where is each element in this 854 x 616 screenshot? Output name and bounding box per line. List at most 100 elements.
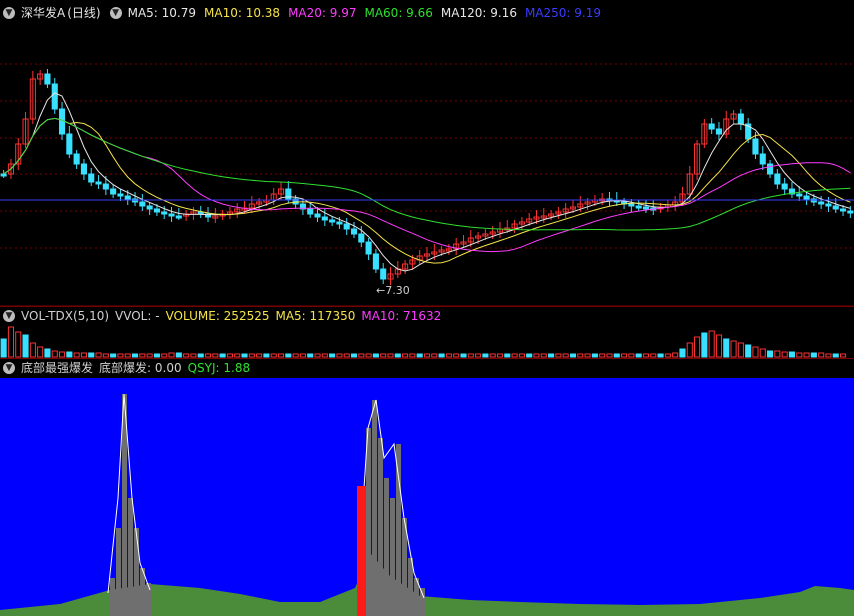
signal-bar — [357, 486, 366, 616]
volume-bar — [51, 350, 58, 358]
chevron-down-icon[interactable]: ▼ — [3, 310, 15, 322]
ma-legend-item: MA20: 9.97 — [288, 6, 357, 20]
volume-bar — [270, 353, 277, 358]
volume-bar — [453, 353, 460, 358]
candle-body — [66, 133, 73, 155]
candle-body — [343, 223, 350, 230]
candle-body — [774, 173, 781, 185]
volume-bar — [569, 353, 577, 358]
spike-bar — [396, 444, 401, 616]
ma-legend-item: MA5: 10.79 — [127, 6, 197, 20]
spike-bar — [128, 498, 133, 616]
candle-body — [314, 213, 321, 218]
volume-bar — [146, 353, 153, 358]
volume-bar — [22, 334, 29, 358]
volume-bar — [95, 352, 102, 358]
volume-bar — [241, 353, 248, 358]
candle-body — [336, 221, 343, 225]
volume-bar — [292, 353, 299, 358]
volume-bar — [679, 348, 686, 358]
ma-legend: MA5: 10.79 MA10: 10.38 MA20: 9.97 MA60: 9.6… — [128, 4, 601, 22]
volume-bar — [226, 353, 233, 358]
volume-bar — [321, 353, 328, 358]
volume-bar — [365, 353, 372, 358]
volume-bar — [212, 353, 219, 358]
candle-body — [752, 138, 759, 155]
chevron-down-icon[interactable]: ▼ — [3, 362, 15, 374]
candle-body — [365, 241, 372, 255]
spike-bar — [146, 583, 151, 616]
candle-body — [321, 216, 328, 221]
volume-bar — [591, 353, 598, 358]
chevron-down-icon[interactable]: ▼ — [3, 7, 15, 19]
candle-body — [161, 211, 168, 215]
candle-body — [708, 123, 715, 130]
volume-bar — [613, 353, 620, 358]
candle-body — [73, 153, 80, 165]
candle-body — [88, 173, 95, 183]
candle-body — [759, 153, 766, 165]
volume-bar — [489, 353, 496, 358]
volume-bar — [372, 353, 379, 358]
volume-bar — [204, 353, 212, 358]
spike-bar — [384, 478, 389, 616]
volume-bar — [752, 346, 759, 358]
volume-bar — [197, 353, 204, 358]
volume-bar — [664, 353, 671, 358]
volume-bar — [715, 334, 723, 358]
volume-bar — [759, 348, 766, 358]
candlestick-chart[interactable] — [0, 24, 854, 307]
volume-bar — [387, 353, 394, 358]
volume-bar — [518, 353, 525, 358]
volume-bar — [285, 353, 292, 358]
volume-bar — [825, 353, 832, 358]
candle-body — [110, 188, 117, 195]
volume-bar — [161, 353, 168, 358]
spike-bar — [378, 438, 383, 616]
candle-body — [628, 203, 635, 207]
volume-bar — [44, 348, 51, 358]
volume-bar — [29, 342, 36, 358]
volume-bar — [183, 353, 190, 358]
volume-bar — [599, 353, 606, 358]
volume-bar — [511, 353, 518, 358]
volume-bar — [642, 353, 650, 358]
volume-ma10: MA10: 71632 — [361, 309, 442, 323]
candle-body — [124, 195, 131, 200]
candle-body — [95, 181, 102, 185]
candle-body — [146, 205, 153, 210]
volume-bar — [66, 351, 73, 358]
spike-bar — [420, 588, 425, 616]
volume-bar — [504, 353, 511, 358]
volume-bar — [80, 352, 87, 358]
volume-bar — [803, 352, 810, 358]
volume-bar — [314, 353, 321, 358]
candle-body — [329, 219, 336, 223]
indicator-chart[interactable] — [0, 378, 854, 616]
candle-body — [51, 83, 58, 110]
arrow-left-icon: ← — [376, 284, 386, 297]
volume-bar — [577, 353, 584, 358]
ma-line — [3, 117, 851, 264]
volume-bar — [445, 353, 452, 358]
volume-bar — [701, 332, 708, 358]
volume-bar — [153, 353, 160, 358]
volume-bar — [621, 353, 628, 358]
volume-bar — [788, 351, 796, 358]
volume-bar — [168, 352, 175, 358]
volume-bar — [124, 353, 131, 358]
indicator-name: 底部最强爆发 — [21, 361, 94, 375]
volume-bar — [102, 353, 109, 358]
chevron-down-icon[interactable]: ▼ — [109, 7, 122, 19]
volume-bar — [307, 353, 314, 358]
spike-bar — [390, 498, 395, 616]
volume-panel-header: ▼ VOL-TDX(5,10) VVOL: - VOLUME: 252525 M… — [0, 306, 854, 325]
volume-bar — [548, 353, 555, 358]
volume-bar — [234, 353, 241, 358]
volume-bar — [774, 350, 781, 358]
volume-bar — [584, 353, 591, 358]
volume-bar — [350, 353, 358, 358]
volume-bar — [475, 353, 482, 358]
volume-bar — [818, 352, 825, 358]
volume-chart[interactable] — [0, 324, 854, 358]
